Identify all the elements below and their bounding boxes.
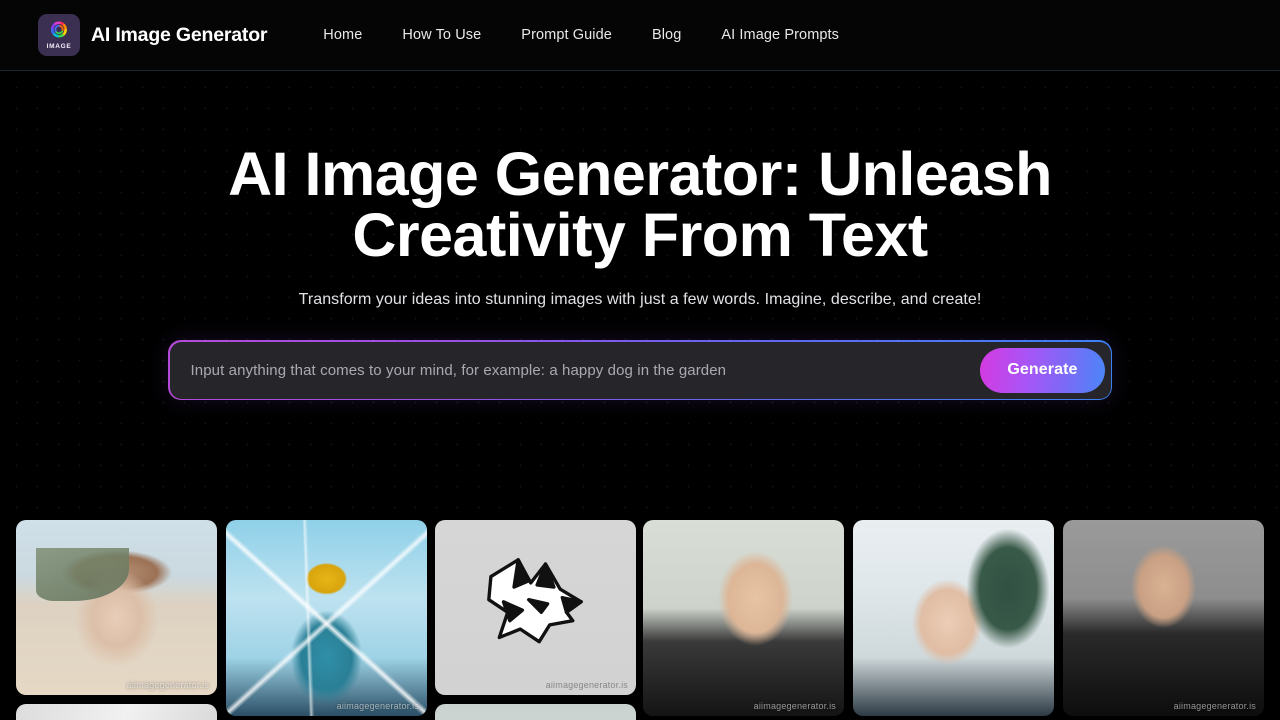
gallery-image-card[interactable]: aiimagegenerator.is <box>435 520 636 695</box>
gallery-image-card[interactable]: aiimagegenerator.is <box>16 520 217 695</box>
generated-image-thumbnail <box>435 520 636 695</box>
nav-item-how-to-use[interactable]: How To Use <box>382 21 501 49</box>
gallery-image-card[interactable] <box>853 520 1054 716</box>
prompt-input[interactable] <box>169 341 1111 399</box>
nav-item-home[interactable]: Home <box>303 21 382 49</box>
gallery-image-card[interactable] <box>16 704 217 720</box>
page-root: IMAGE AI Image Generator Home How To Use… <box>0 0 1280 720</box>
generate-button[interactable]: Generate <box>980 347 1105 393</box>
logo-word-mark: IMAGE <box>46 43 72 51</box>
generated-image-thumbnail <box>853 520 1054 716</box>
prompt-bar-inner: Generate <box>169 341 1111 399</box>
main-navigation: Home How To Use Prompt Guide Blog AI Ima… <box>303 21 859 49</box>
brand-logo-link[interactable]: IMAGE AI Image Generator <box>38 14 267 56</box>
gallery-image-card[interactable]: aiimagegenerator.is <box>1063 520 1264 716</box>
gallery-column: aiimagegenerator.is <box>16 520 217 720</box>
prompt-bar: Generate <box>168 340 1112 400</box>
generated-image-thumbnail <box>226 520 427 716</box>
gallery-column: aiimagegenerator.is <box>643 520 844 716</box>
image-gallery: aiimagegenerator.is aiimagegenerator.is <box>0 520 1280 720</box>
gallery-column: aiimagegenerator.is <box>1063 520 1264 716</box>
hero-subtitle: Transform your ideas into stunning image… <box>298 291 982 308</box>
generated-image-thumbnail <box>435 704 636 720</box>
generated-image-thumbnail <box>16 520 217 695</box>
brand-name: AI Image Generator <box>91 23 268 46</box>
page-title: AI Image Generator: Unleash Creativity F… <box>190 144 1090 266</box>
page-title-line-2: Creativity From Text <box>352 201 928 269</box>
gallery-column: aiimagegenerator.is <box>435 520 636 720</box>
page-title-line-1: AI Image Generator: Unleash <box>228 140 1052 208</box>
nav-item-blog[interactable]: Blog <box>632 21 701 49</box>
gallery-column <box>853 520 1054 716</box>
gallery-image-card[interactable]: aiimagegenerator.is <box>226 520 427 716</box>
gallery-image-card[interactable]: aiimagegenerator.is <box>643 520 844 716</box>
nav-item-prompt-guide[interactable]: Prompt Guide <box>501 21 632 49</box>
generated-image-thumbnail <box>643 520 844 716</box>
hero-section: AI Image Generator: Unleash Creativity F… <box>0 71 1280 520</box>
generated-image-thumbnail <box>1063 520 1264 716</box>
gallery-column: aiimagegenerator.is <box>226 520 427 716</box>
nav-item-ai-image-prompts[interactable]: AI Image Prompts <box>701 21 859 49</box>
gallery-image-card[interactable] <box>435 704 636 720</box>
site-header: IMAGE AI Image Generator Home How To Use… <box>0 0 1280 71</box>
rainbow-aperture-logo-icon: IMAGE <box>38 14 80 56</box>
generated-image-thumbnail <box>16 704 217 720</box>
